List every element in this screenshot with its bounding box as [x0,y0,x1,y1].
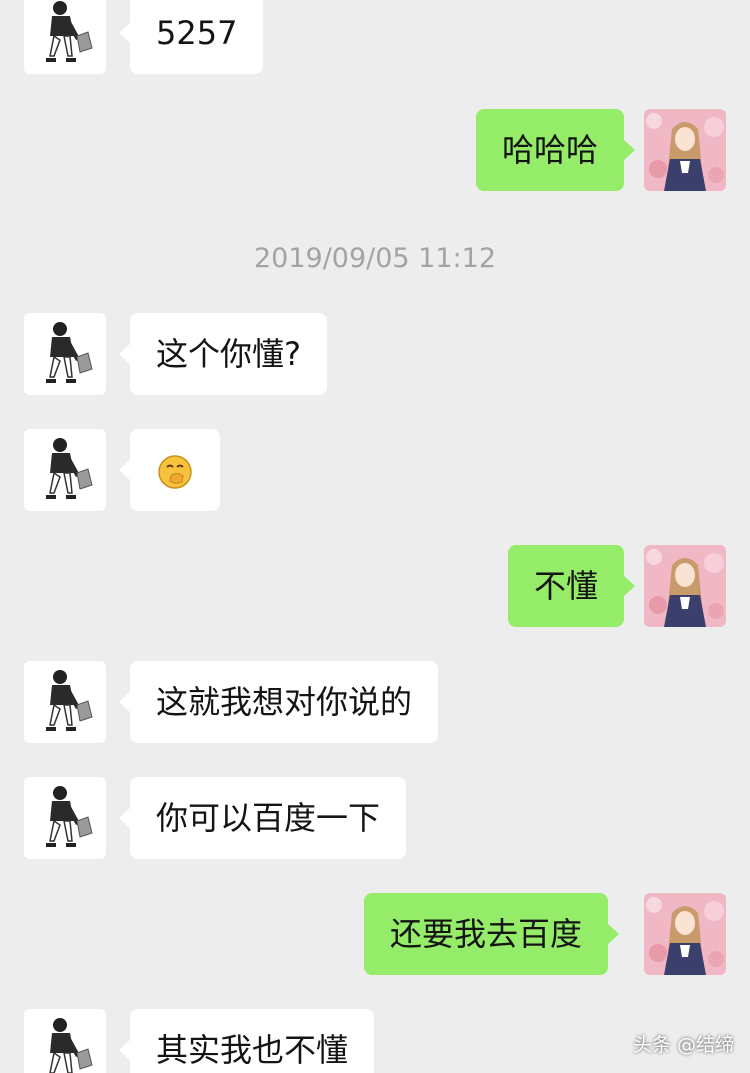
outgoing-message-bubble[interactable]: 还要我去百度 [364,893,620,975]
smirk-hand-over-mouth-emoji-icon [157,454,193,490]
message-row: 还要我去百度 [0,893,750,975]
anime-girl-avatar-icon [644,109,726,191]
outgoing-message-bubble[interactable]: 不懂 [508,545,636,627]
user-avatar[interactable] [644,109,726,191]
message-row: 这个你懂? [0,313,750,395]
contact-avatar[interactable] [24,1009,106,1073]
message-row: 你可以百度一下 [0,777,750,859]
contact-avatar[interactable] [24,777,106,859]
message-row: 这就我想对你说的 [0,661,750,743]
message-row [0,429,750,511]
user-avatar[interactable] [644,893,726,975]
incoming-message-bubble[interactable]: 5257 [118,0,264,74]
user-avatar[interactable] [644,545,726,627]
watermark-text: 头条 @结缔 [632,1034,734,1056]
sketch-man-avatar-icon [24,429,106,511]
outgoing-message-bubble[interactable]: 哈哈哈 [476,109,636,191]
sketch-man-avatar-icon [24,1009,106,1073]
sketch-man-avatar-icon [24,661,106,743]
sketch-man-avatar-icon [24,0,106,74]
chat-timestamp: 2019/09/05 11:12 [253,243,496,274]
message-row: 不懂 [0,545,750,627]
incoming-message-bubble[interactable]: 这个你懂? [119,313,327,395]
contact-avatar[interactable] [24,661,106,743]
contact-avatar[interactable] [24,429,106,511]
sketch-man-avatar-icon [24,313,106,395]
incoming-emoji-bubble[interactable] [119,429,220,511]
sketch-man-avatar-icon [24,777,106,859]
message-row: 5257 [0,0,750,74]
contact-avatar[interactable] [24,0,106,74]
message-row: 哈哈哈 [0,109,750,191]
incoming-message-bubble[interactable]: 这就我想对你说的 [118,661,439,743]
anime-girl-avatar-icon [644,545,726,627]
chat-conversation: 5257 哈哈哈 2019/09/05 11:12 这个你懂? 不懂 这就我想对… [0,0,750,1073]
anime-girl-avatar-icon [644,893,726,975]
incoming-message-bubble[interactable]: 你可以百度一下 [118,777,407,859]
contact-avatar[interactable] [24,313,106,395]
incoming-message-bubble[interactable]: 其实我也不懂 [118,1009,375,1073]
